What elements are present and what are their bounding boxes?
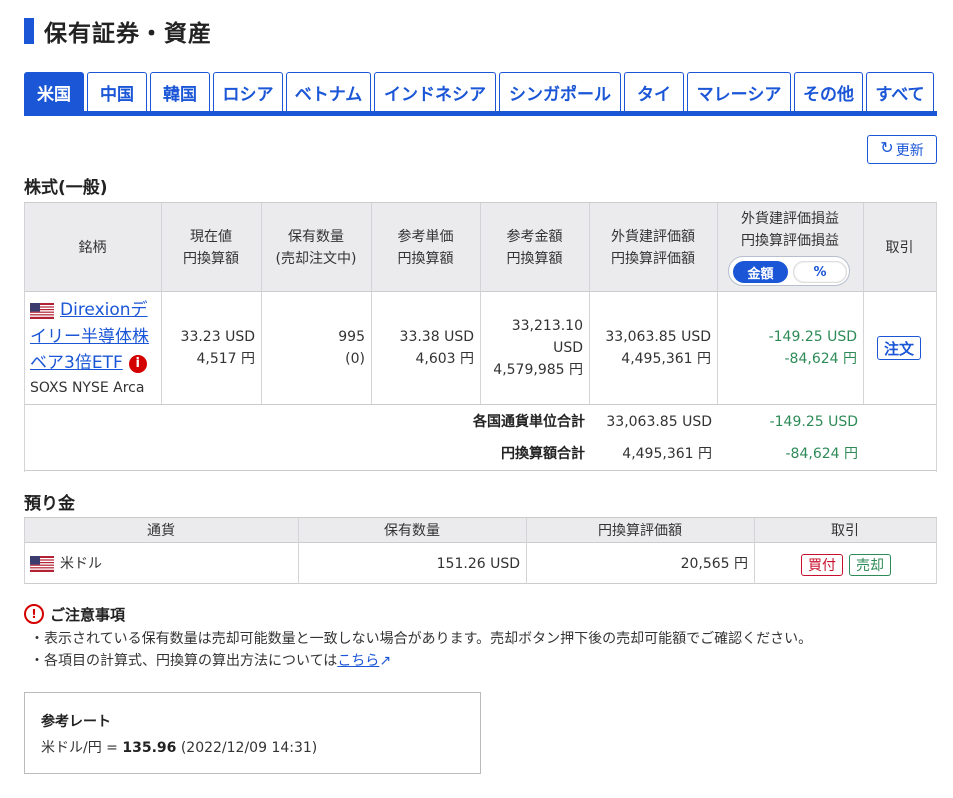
tab-malaysia[interactable]: マレーシア: [687, 72, 791, 111]
notice-title: ! ご注意事項: [24, 603, 125, 625]
pl-display-toggle: 金額 %: [728, 256, 850, 286]
deposit-header-qty: 保有数量: [384, 522, 440, 539]
stock-name-cell: Direxionデ イリー半導体株 ベア3倍ETF i SOXS NYSE Arc…: [30, 297, 160, 399]
rate-value: 135.96: [122, 740, 177, 756]
deposit-header-currency: 通貨: [147, 522, 175, 539]
tab-other[interactable]: その他: [794, 72, 863, 111]
info-icon[interactable]: i: [128, 355, 147, 373]
toggle-amount[interactable]: 金額: [733, 261, 788, 283]
toggle-percent[interactable]: %: [793, 261, 847, 283]
tab-thailand[interactable]: タイ: [624, 72, 684, 111]
cost-cell: 33.38 USD 4,603 円: [399, 329, 474, 367]
sell-button[interactable]: 売却: [849, 554, 891, 576]
currency-total-label: 各国通貨単位合計: [473, 414, 585, 430]
price-cell: 33.23 USD 4,517 円: [180, 329, 255, 367]
stock-ticker: SOXS: [30, 380, 68, 396]
tab-indonesia[interactable]: インドネシア: [374, 72, 496, 111]
stock-name-link-2[interactable]: イリー半導体株: [30, 324, 149, 350]
jpy-total-label: 円換算額合計: [501, 446, 585, 462]
currency-total-value: 33,063.85 USD: [606, 414, 712, 430]
alert-icon: !: [24, 604, 44, 624]
qty-cell: 995 (0): [338, 329, 365, 367]
deposit-header-jpy: 円換算評価額: [598, 522, 682, 539]
header-amount: 参考金額 円換算額: [506, 228, 563, 267]
order-button[interactable]: 注文: [877, 336, 921, 360]
jpy-total-value: 4,495,361 円: [622, 446, 712, 462]
stock-name-link-3[interactable]: ベア3倍ETF: [30, 353, 123, 373]
notice-link[interactable]: こちら: [337, 653, 379, 669]
header-valuation: 外貨建評価額 円換算評価額: [611, 228, 695, 267]
notice-line-2: ・各項目の計算式、円換算の算出方法についてはこちら↗: [30, 653, 392, 669]
us-flag-icon: [30, 303, 54, 319]
refresh-button[interactable]: ↻ 更新: [867, 135, 937, 164]
valuation-cell: 33,063.85 USD 4,495,361 円: [605, 329, 711, 367]
header-cost: 参考単価 円換算額: [397, 228, 454, 267]
header-price: 現在値 円換算額: [183, 228, 239, 267]
stock-market: NYSE Arca: [71, 380, 145, 396]
jpy-total-pl: -84,624 円: [785, 446, 859, 462]
header-trade: 取引: [885, 239, 914, 256]
buy-button[interactable]: 買付: [801, 554, 843, 576]
header-name: 銘柄: [78, 239, 107, 256]
deposit-header-trade: 取引: [831, 522, 859, 539]
tab-vietnam[interactable]: ベトナム: [286, 72, 371, 111]
tab-china[interactable]: 中国: [87, 72, 147, 111]
us-flag-icon: [30, 556, 54, 572]
page-title-text: 保有証券・資産: [44, 21, 212, 47]
pl-cell: -149.25 USD -84,624 円: [768, 329, 857, 367]
stocks-section-title: 株式(一般): [24, 178, 108, 198]
notice-line-1: ・表示されている保有数量は売却可能数量と一致しない場合があります。売却ボタン押下…: [30, 631, 813, 647]
deposit-section-title: 預り金: [24, 494, 75, 514]
deposit-table: 通貨 保有数量 円換算評価額 取引 米ドル 151.26 USD 20,565 …: [24, 517, 937, 584]
header-pl: 外貨建評価損益 円換算評価損益: [741, 211, 839, 249]
country-tabs: 米国 中国 韓国 ロシア ベトナム インドネシア シンガポール タイ マレーシア…: [24, 72, 937, 116]
tab-singapore[interactable]: シンガポール: [499, 72, 621, 111]
rate-datetime: (2022/12/09 14:31): [180, 740, 318, 756]
currency-total-pl: -149.25 USD: [769, 414, 858, 430]
deposit-currency-cell: 米ドル: [30, 544, 290, 584]
refresh-icon: ↻: [880, 137, 894, 157]
tab-korea[interactable]: 韓国: [150, 72, 210, 111]
refresh-label: 更新: [895, 142, 924, 159]
header-qty: 保有数量 (売却注文中): [275, 228, 357, 267]
stocks-table: 銘柄 現在値 円換算額 保有数量 (売却注文中) 参考単価 円換算額 参考金額 …: [24, 202, 937, 472]
rate-line: 米ドル/円 = 135.96 (2022/12/09 14:31): [41, 740, 318, 756]
reference-rate-box: 参考レート 米ドル/円 = 135.96 (2022/12/09 14:31): [24, 692, 481, 774]
stock-name-link-1[interactable]: Direxionデ: [60, 300, 148, 320]
title-accent-bar: [24, 18, 34, 44]
amount-cell: 33,213.10 USD 4,579,985 円: [493, 318, 583, 378]
deposit-qty: 151.26 USD: [436, 556, 520, 572]
deposit-currency: 米ドル: [60, 556, 102, 572]
tab-us[interactable]: 米国: [24, 72, 84, 111]
rate-title: 参考レート: [41, 714, 111, 730]
external-link-icon[interactable]: ↗: [379, 653, 391, 669]
tab-all[interactable]: すべて: [866, 72, 934, 111]
deposit-jpy: 20,565 円: [680, 556, 748, 572]
tab-russia[interactable]: ロシア: [213, 72, 283, 111]
page-title: 保有証券・資産: [24, 14, 212, 48]
